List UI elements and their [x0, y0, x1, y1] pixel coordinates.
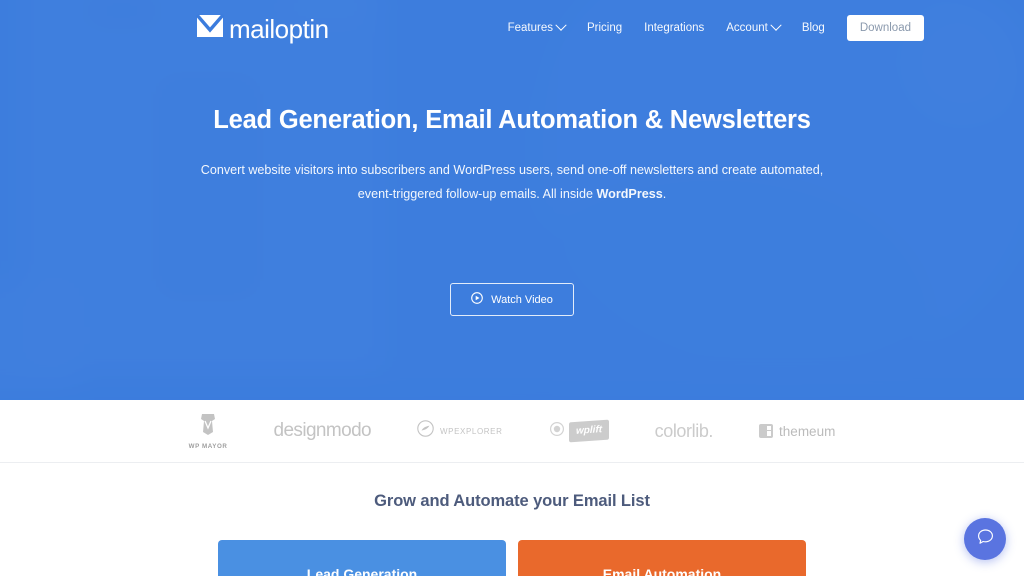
logo-colorlib[interactable]: colorlib.: [654, 420, 714, 442]
feature-card-label: Lead Generation: [306, 566, 418, 576]
nav-item-label: Features: [507, 22, 553, 34]
feature-card-email-automation[interactable]: Email Automation: [518, 540, 806, 576]
nav-item-integrations[interactable]: Integrations: [644, 22, 704, 34]
nav-item-label: Pricing: [586, 22, 623, 34]
play-circle-icon: [471, 292, 483, 307]
chat-bubble-icon: [976, 527, 995, 551]
hero-cta-row: Watch Video: [0, 283, 1024, 316]
logo-label: colorlib.: [654, 420, 714, 441]
hero-subtitle: Convert website visitors into subscriber…: [180, 158, 844, 207]
chat-widget-button[interactable]: [964, 518, 1006, 560]
nav-item-blog[interactable]: Blog: [802, 22, 825, 34]
wpexplorer-circle-icon: [417, 420, 434, 442]
logo-wplift[interactable]: wplift: [549, 419, 609, 443]
nav-item-account[interactable]: Account: [726, 19, 782, 34]
hero-copy: Lead Generation, Email Automation & News…: [0, 104, 1024, 207]
nav-item-label: Blog: [801, 22, 825, 34]
logo-label: WPEXPLORER: [440, 426, 503, 436]
section-heading: Grow and Automate your Email List: [374, 492, 650, 510]
logo-label: WP MAYOR: [188, 443, 228, 450]
hero-subtitle-emphasis: WordPress: [596, 187, 663, 202]
wplift-flag-icon: [549, 420, 566, 442]
brand-logo[interactable]: mailoptin: [195, 13, 329, 44]
logo-designmodo[interactable]: designmodo: [274, 420, 372, 442]
client-logo-bar: WP MAYOR designmodo WPEXPLORER wplift co…: [0, 400, 1024, 463]
features-section: Grow and Automate your Email List Lead G…: [0, 463, 1024, 576]
nav-item-label: Integrations: [644, 22, 705, 34]
logo-wpexplorer[interactable]: WPEXPLORER: [417, 420, 502, 442]
logo-label: themeum: [779, 423, 836, 439]
hero-section: mailoptin Features Pricing Integrations …: [0, 0, 1024, 400]
envelope-checkmark-icon: [195, 13, 225, 44]
logo-label: designmodo: [273, 420, 372, 441]
nav-links: Features Pricing Integrations Account Bl…: [508, 15, 924, 41]
nav-item-features[interactable]: Features: [507, 19, 567, 34]
feature-card-lead-generation[interactable]: Lead Generation: [218, 540, 506, 576]
page-title: Lead Generation, Email Automation & News…: [213, 106, 811, 134]
feature-card-label: Email Automation: [602, 566, 722, 576]
hero-subtitle-tail: .: [662, 187, 667, 202]
nav-item-pricing[interactable]: Pricing: [587, 22, 622, 34]
themeum-square-icon: [759, 424, 774, 438]
chevron-down-icon: [770, 19, 782, 31]
hero-subtitle-text: Convert website visitors into subscriber…: [200, 162, 824, 202]
brand-name: mailoptin: [229, 14, 329, 44]
watch-video-button[interactable]: Watch Video: [450, 283, 574, 316]
chevron-down-icon: [555, 19, 567, 31]
logo-wp-mayor[interactable]: WP MAYOR: [189, 412, 228, 450]
download-button[interactable]: Download: [846, 15, 924, 41]
nav-item-label: Account: [726, 22, 768, 34]
logo-themeum[interactable]: themeum: [759, 424, 835, 439]
wp-mayor-badge-icon: [198, 412, 218, 441]
feature-card-row: Lead Generation Email Automation: [0, 540, 1024, 576]
main-navigation: mailoptin Features Pricing Integrations …: [0, 0, 1024, 56]
watch-video-label: Watch Video: [491, 293, 553, 306]
logo-label: wplift: [568, 419, 609, 443]
